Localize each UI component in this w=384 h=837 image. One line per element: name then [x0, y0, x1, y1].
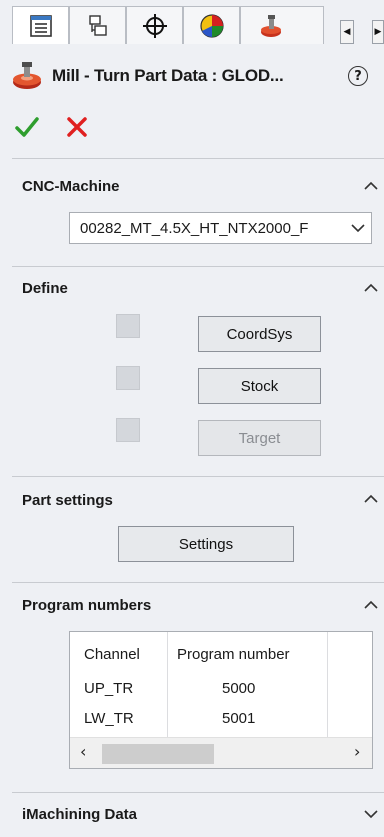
column-separator [327, 632, 328, 738]
checkmark-icon[interactable] [15, 116, 39, 138]
cnc-machine-value: 00282_MT_4.5X_HT_NTX2000_F [80, 220, 309, 237]
chevron-up-icon[interactable] [364, 181, 378, 191]
panel-title: Mill - Turn Part Data : GLOD... [52, 66, 284, 85]
camworks-icon [261, 14, 281, 37]
help-icon[interactable]: ? [348, 66, 368, 86]
program-numbers-table: Channel Program number UP_TR 5000 LW_TR … [69, 631, 373, 769]
column-header-channel[interactable]: Channel [84, 646, 140, 663]
horizontal-scrollbar[interactable]: ‹ › [70, 737, 372, 768]
section-title-program-numbers: Program numbers [22, 597, 152, 614]
cnc-machine-select[interactable]: 00282_MT_4.5X_HT_NTX2000_F [69, 212, 372, 244]
scroll-right-arrow-icon[interactable]: › [354, 742, 360, 761]
chevron-down-icon[interactable] [364, 809, 378, 819]
tab-scroll-left-button[interactable]: ◀ [340, 20, 354, 44]
section-title-define: Define [22, 280, 68, 297]
scroll-left-arrow-icon[interactable]: ‹ [80, 742, 86, 761]
crosshair-icon [142, 13, 167, 38]
column-separator [167, 632, 168, 738]
table-row-channel[interactable]: UP_TR [84, 680, 133, 697]
divider [12, 582, 384, 583]
chevron-down-icon [351, 224, 365, 233]
panel-header: Mill - Turn Part Data : GLOD... ? [12, 60, 378, 94]
mill-turn-icon [13, 62, 41, 89]
divider [12, 266, 384, 267]
target-button: Target [198, 420, 321, 456]
table-row-program-number[interactable]: 5001 [222, 710, 255, 727]
section-title-part-settings: Part settings [22, 492, 113, 509]
tab-display-manager[interactable] [183, 6, 240, 44]
display-manager-icon [199, 13, 224, 38]
feature-manager-icon [29, 14, 52, 37]
manager-tab-strip: ◀ ▶ [0, 0, 384, 44]
column-header-program-number[interactable]: Program number [177, 646, 290, 663]
coordsys-checkbox[interactable] [116, 314, 140, 338]
table-row-program-number[interactable]: 5000 [222, 680, 255, 697]
x-icon[interactable] [66, 116, 88, 138]
tab-scroll-right-button[interactable]: ▶ [372, 20, 384, 44]
tab-property-manager[interactable] [69, 6, 126, 44]
divider [12, 158, 384, 159]
scrollbar-thumb[interactable] [102, 744, 214, 764]
coordsys-button[interactable]: CoordSys [198, 316, 321, 352]
stock-button[interactable]: Stock [198, 368, 321, 404]
chevron-up-icon[interactable] [364, 494, 378, 504]
chevron-up-icon[interactable] [364, 600, 378, 610]
stock-checkbox[interactable] [116, 366, 140, 390]
divider [12, 476, 384, 477]
settings-button[interactable]: Settings [118, 526, 294, 562]
property-manager-icon [88, 14, 107, 36]
section-title-cnc-machine: CNC-Machine [22, 178, 120, 195]
section-title-imachining-data: iMachining Data [22, 806, 138, 823]
table-row-channel[interactable]: LW_TR [84, 710, 134, 727]
divider [12, 792, 384, 793]
tab-feature-manager[interactable] [12, 6, 69, 44]
tab-camworks[interactable] [240, 6, 324, 44]
tab-configuration-manager[interactable] [126, 6, 183, 44]
target-checkbox[interactable] [116, 418, 140, 442]
chevron-up-icon[interactable] [364, 283, 378, 293]
